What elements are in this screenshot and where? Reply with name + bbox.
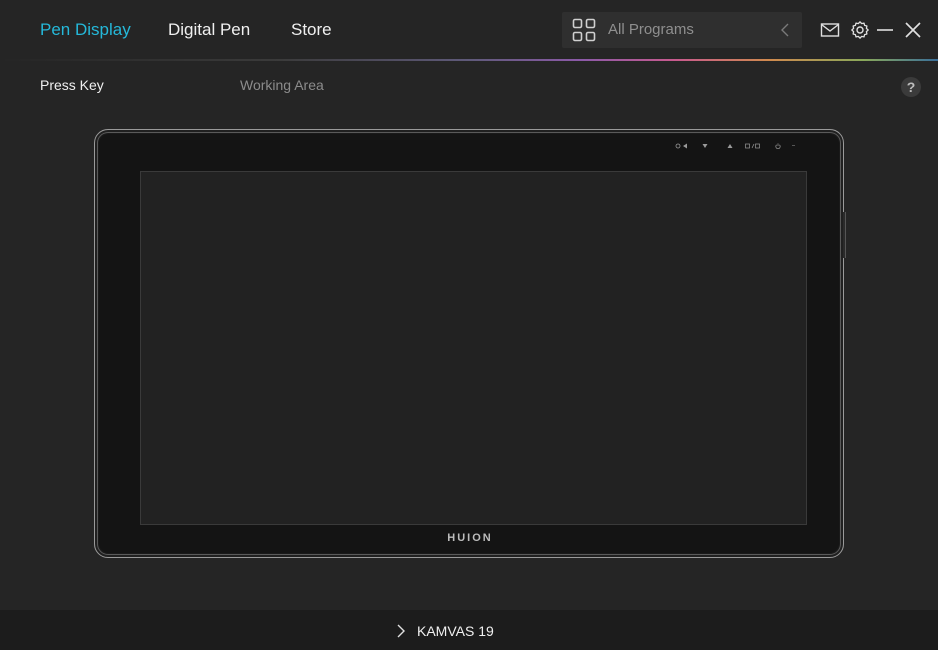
display-screen (140, 171, 807, 525)
grid-icon (572, 18, 596, 42)
brightness-button[interactable] (675, 143, 689, 149)
power-button[interactable] (775, 143, 781, 149)
arrow-up-button[interactable] (727, 143, 733, 149)
mail-icon[interactable] (820, 20, 840, 40)
close-icon[interactable] (903, 20, 923, 40)
footer: KAMVAS 19 (0, 610, 938, 650)
header-divider (0, 59, 938, 61)
chevron-left-icon[interactable] (780, 23, 790, 37)
help-button[interactable]: ? (901, 77, 921, 97)
tab-pen-display[interactable]: Pen Display (40, 19, 131, 41)
subtab-press-key[interactable]: Press Key (40, 77, 104, 93)
arrow-down-button[interactable] (702, 143, 708, 149)
brand-logo: HUION (447, 532, 493, 544)
program-selector[interactable]: All Programs (562, 12, 802, 48)
subtab-working-area[interactable]: Working Area (240, 77, 324, 93)
gear-icon[interactable] (850, 20, 870, 40)
driver-window: Pen Display Digital Pen Store All Progra… (0, 0, 938, 650)
tab-store[interactable]: Store (291, 19, 332, 41)
power-indicator (792, 145, 795, 146)
input-source-button[interactable] (745, 143, 761, 149)
chevron-right-icon (397, 624, 405, 638)
header: Pen Display Digital Pen Store All Progra… (0, 0, 938, 60)
tab-digital-pen[interactable]: Digital Pen (168, 19, 250, 41)
device-bezel (99, 134, 839, 553)
program-selector-label: All Programs (608, 21, 694, 38)
minimize-icon[interactable] (875, 20, 895, 40)
pen-display-device: HUION (94, 129, 844, 558)
device-name: KAMVAS 19 (417, 623, 494, 639)
device-side-button (843, 212, 846, 258)
